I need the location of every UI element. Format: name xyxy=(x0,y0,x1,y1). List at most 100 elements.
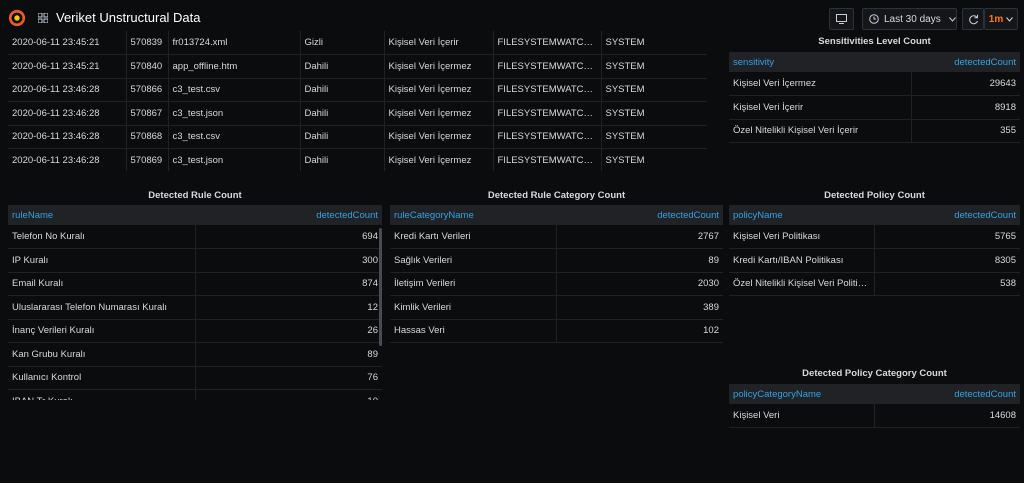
policy-name-cell: Kişisel Veri Politikası xyxy=(729,225,874,249)
chevron-down-icon xyxy=(1006,16,1014,22)
column-header-sensitivity[interactable]: sensitivity xyxy=(729,52,911,72)
count-cell: 300 xyxy=(194,248,382,273)
panel-title: Detected Policy Category Count xyxy=(802,368,947,379)
column-header-rule-category-name[interactable]: ruleCategoryName xyxy=(390,205,556,225)
time-range-label: Last 30 days xyxy=(884,13,941,25)
table-row[interactable]: 2020-06-11 23:46:28 570869 c3_test.json … xyxy=(8,148,707,171)
count-cell: 874 xyxy=(194,272,382,296)
column-header-detected-count[interactable]: detectedCount xyxy=(910,52,1020,72)
rule-name-cell: Kullanıcı Kontrol xyxy=(8,366,195,390)
table-row[interactable]: Kişisel Veri İçerir 8918 xyxy=(729,95,1020,120)
id-cell: 570867 xyxy=(125,101,168,126)
count-cell: 76 xyxy=(194,366,382,390)
table-row[interactable]: IP Kuralı 300 xyxy=(8,248,382,273)
table-row[interactable]: 2020-06-11 23:46:28 570868 c3_test.csv D… xyxy=(8,125,707,149)
count-cell: 694 xyxy=(194,225,382,249)
table-row[interactable]: Kişisel Veri 14608 xyxy=(729,404,1020,428)
log-table-panel: 2020-06-11 23:45:21 570839 fr013724.xml … xyxy=(8,31,707,171)
classification-cell: Dahili xyxy=(299,101,384,126)
table-row[interactable]: Email Kuralı 874 xyxy=(8,272,382,296)
dashboard-title[interactable]: Veriket Unstructural Data xyxy=(56,10,201,25)
dashboard-grid-icon xyxy=(38,13,48,23)
rule-category-cell: Kimlik Verileri xyxy=(390,295,556,320)
user-cell: SYSTEM xyxy=(600,78,707,102)
filename-cell: app_offline.htm xyxy=(167,54,300,79)
panel-title: Detected Rule Count xyxy=(148,190,242,201)
timestamp-cell: 2020-06-11 23:46:28 xyxy=(8,78,126,102)
table-row[interactable]: 2020-06-11 23:46:28 570866 c3_test.csv D… xyxy=(8,78,707,102)
rule-name-cell: Telefon No Kuralı xyxy=(8,225,195,249)
column-header-detected-count[interactable]: detectedCount xyxy=(873,205,1020,225)
column-header-rule-name[interactable]: ruleName xyxy=(8,205,195,225)
filename-cell: c3_test.json xyxy=(167,101,300,126)
rule-table-scrollbar[interactable] xyxy=(379,228,382,346)
id-cell: 570839 xyxy=(125,31,168,55)
rule-category-panel: Detected Rule Category Count ruleCategor… xyxy=(390,188,723,348)
table-row[interactable]: Sağlık Verileri 89 xyxy=(390,248,723,273)
classification-cell: Dahili xyxy=(299,148,384,171)
rule-name-cell: Email Kuralı xyxy=(8,272,195,296)
id-cell: 570868 xyxy=(125,125,168,149)
table-row[interactable]: Kişisel Veri İçermez 29643 xyxy=(729,72,1020,96)
table-row[interactable]: Kimlik Verileri 389 xyxy=(390,295,723,320)
sensitivity-panel: Sensitivities Level Count sensitivity de… xyxy=(729,34,1020,144)
count-cell: 8305 xyxy=(873,248,1020,273)
user-cell: SYSTEM xyxy=(600,54,707,79)
rule-name-cell: Uluslararası Telefon Numarası Kuralı xyxy=(8,295,195,320)
refresh-button[interactable] xyxy=(962,8,984,30)
count-cell: 355 xyxy=(910,119,1020,143)
column-header-detected-count[interactable]: detectedCount xyxy=(194,205,382,225)
timestamp-cell: 2020-06-11 23:46:28 xyxy=(8,125,126,149)
sensitivity-cell: Kişisel Veri İçermez xyxy=(383,101,493,126)
user-cell: SYSTEM xyxy=(600,148,707,171)
column-header-detected-count[interactable]: detectedCount xyxy=(873,384,1020,404)
table-row[interactable]: Kullanıcı Kontrol 76 xyxy=(8,366,382,390)
sensitivity-cell: Kişisel Veri İçermez xyxy=(383,125,493,149)
count-cell: 389 xyxy=(555,295,723,320)
rule-category-table: ruleCategoryName detectedCount Kredi Kar… xyxy=(390,205,723,343)
time-range-picker[interactable]: Last 30 days xyxy=(862,8,957,30)
source-cell: FILESYSTEMWATCHER xyxy=(492,78,601,102)
sensitivity-cell: Kişisel Veri İçermez xyxy=(729,72,911,96)
table-row[interactable]: 2020-06-11 23:46:28 570867 c3_test.json … xyxy=(8,101,707,126)
log-table: 2020-06-11 23:45:21 570839 fr013724.xml … xyxy=(8,31,707,171)
panel-title: Detected Rule Category Count xyxy=(487,190,626,201)
rule-category-cell: Kredi Kartı Verileri xyxy=(390,225,556,249)
classification-cell: Dahili xyxy=(299,54,384,79)
policy-category-panel: Detected Policy Category Count policyCat… xyxy=(729,366,1020,430)
rule-table: ruleName detectedCount Telefon No Kuralı… xyxy=(8,205,382,400)
source-cell: FILESYSTEMWATCHER xyxy=(492,148,601,171)
column-header-policy-category-name[interactable]: policyCategoryName xyxy=(729,384,874,404)
table-row[interactable]: IBAN Tr Kuralı 10 xyxy=(8,389,382,400)
grafana-logo-icon[interactable] xyxy=(8,9,26,27)
policy-category-table: policyCategoryName detectedCount Kişisel… xyxy=(729,384,1020,428)
sensitivity-cell: Özel Nitelikli Kişisel Veri İçerir xyxy=(729,119,911,143)
table-row[interactable]: Özel Nitelikli Kişisel Veri Politik... 5… xyxy=(729,272,1020,296)
filename-cell: fr013724.xml xyxy=(167,31,300,55)
table-row[interactable]: İletişim Verileri 2030 xyxy=(390,272,723,296)
table-row[interactable]: Kredi Kartı/IBAN Politikası 8305 xyxy=(729,248,1020,273)
table-row[interactable]: Telefon No Kuralı 694 xyxy=(8,225,382,249)
policy-name-cell: Kredi Kartı/IBAN Politikası xyxy=(729,248,874,273)
table-row[interactable]: Uluslararası Telefon Numarası Kuralı 12 xyxy=(8,295,382,320)
classification-cell: Gizli xyxy=(299,31,384,55)
table-row[interactable]: Kredi Kartı Verileri 2767 xyxy=(390,225,723,249)
table-row[interactable]: 2020-06-11 23:45:21 570839 fr013724.xml … xyxy=(8,31,707,55)
timestamp-cell: 2020-06-11 23:45:21 xyxy=(8,31,126,55)
source-cell: FILESYSTEMWATCHER xyxy=(492,125,601,149)
refresh-interval-picker[interactable]: 1m xyxy=(984,8,1018,30)
table-row[interactable]: Kişisel Veri Politikası 5765 xyxy=(729,225,1020,249)
count-cell: 89 xyxy=(194,342,382,367)
table-row[interactable]: İnanç Verileri Kuralı 26 xyxy=(8,319,382,343)
tv-mode-button[interactable] xyxy=(829,8,854,30)
table-row[interactable]: Kan Grubu Kuralı 89 xyxy=(8,342,382,367)
monitor-icon xyxy=(836,14,847,24)
table-row[interactable]: Hassas Veri 102 xyxy=(390,319,723,343)
column-header-detected-count[interactable]: detectedCount xyxy=(555,205,723,225)
source-cell: FILESYSTEMWATCHER xyxy=(492,101,601,126)
column-header-policy-name[interactable]: policyName xyxy=(729,205,874,225)
sensitivity-cell: Kişisel Veri İçermez xyxy=(383,54,493,79)
classification-cell: Dahili xyxy=(299,125,384,149)
table-row[interactable]: 2020-06-11 23:45:21 570840 app_offline.h… xyxy=(8,54,707,79)
table-row[interactable]: Özel Nitelikli Kişisel Veri İçerir 355 xyxy=(729,119,1020,143)
